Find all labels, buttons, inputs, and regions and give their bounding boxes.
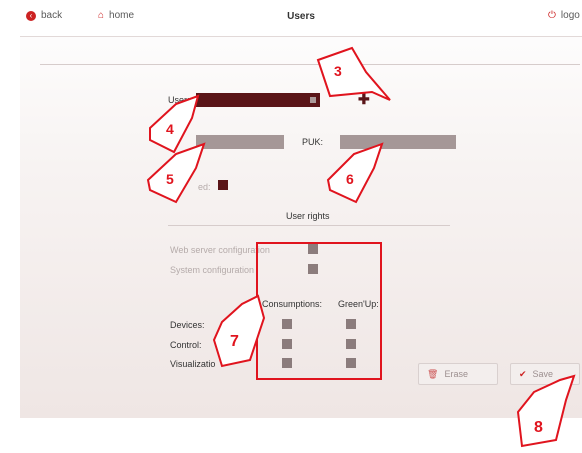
callout-3-number: 3 xyxy=(334,63,342,79)
callout-layer: 3 4 5 6 7 8 xyxy=(146,46,576,448)
callout-8: 8 xyxy=(516,374,576,448)
callout-5: 5 xyxy=(146,142,206,204)
callout-4-number: 4 xyxy=(166,121,174,137)
callout-6: 6 xyxy=(326,142,384,204)
callout-6-number: 6 xyxy=(346,171,354,187)
callout-4: 4 xyxy=(149,94,200,154)
callout-5-number: 5 xyxy=(166,171,174,187)
callout-8-number: 8 xyxy=(534,419,543,436)
callout-7-number: 7 xyxy=(230,333,239,350)
callout-7: 7 xyxy=(212,294,266,368)
callout-3: 3 xyxy=(316,46,391,101)
